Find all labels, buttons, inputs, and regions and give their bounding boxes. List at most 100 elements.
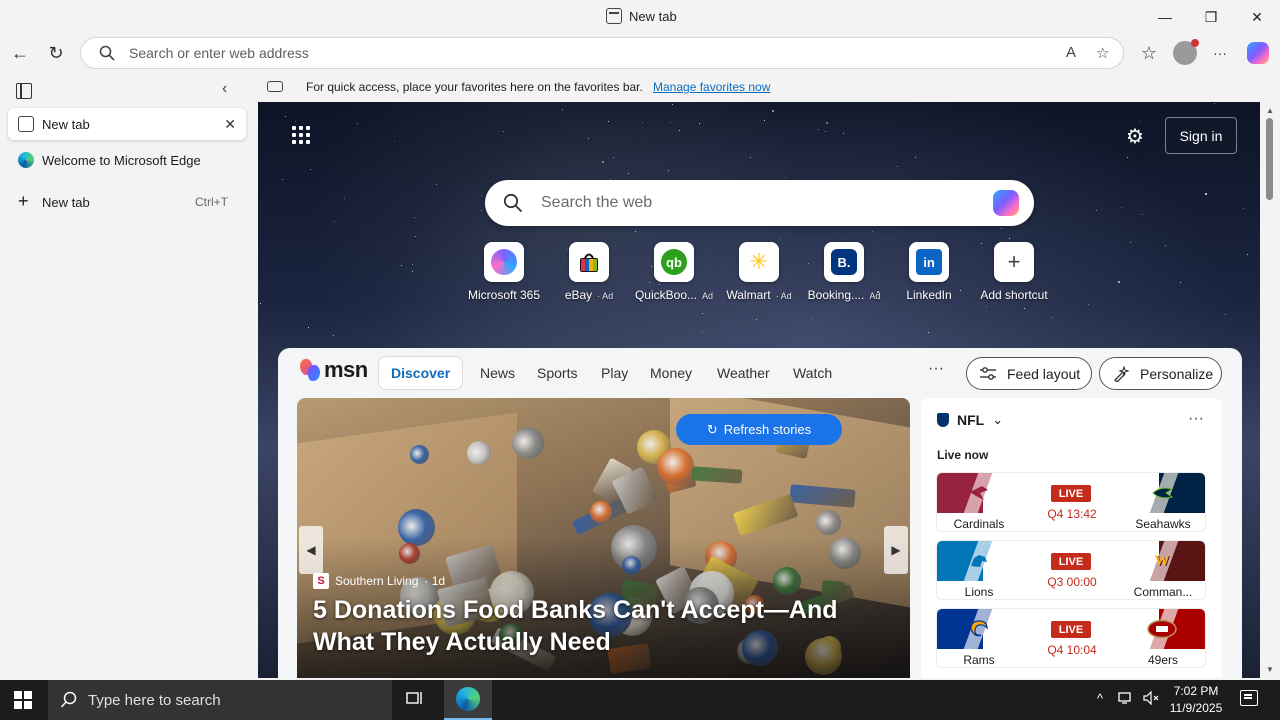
shortcut-microsoft-365[interactable]: Microsoft 365 [462, 242, 546, 306]
scroll-up-icon[interactable]: ▲ [1266, 106, 1274, 115]
collapse-pane-button[interactable]: ‹ [222, 80, 227, 98]
away-team: Seahawks [1121, 473, 1205, 531]
app-launcher-icon[interactable] [292, 126, 310, 144]
star [334, 221, 335, 222]
hero-story-card[interactable]: ↻ Refresh stories ◀ ▶ S Southern Living … [297, 398, 910, 678]
task-view-icon[interactable] [406, 690, 424, 711]
team-name: Seahawks [1135, 517, 1191, 531]
nfl-selector[interactable]: NFL ⌄ [937, 412, 1003, 428]
shortcut-walmart[interactable]: ✳ Walmart · Ad [717, 242, 801, 306]
profile-avatar[interactable] [1173, 39, 1199, 65]
live-badge: LIVE [1051, 621, 1091, 638]
vertical-tabs-sidebar: ‹ New tab ✕ Welcome to Microsoft Edge + … [0, 72, 256, 680]
shortcut-label: Microsoft 365 [467, 288, 541, 302]
star [436, 184, 437, 185]
navigation-bar: ← ↻ A ☆ ☆ ··· [0, 34, 1280, 72]
tab-weather[interactable]: Weather [705, 356, 782, 390]
address-input[interactable] [129, 43, 1029, 63]
scrollbar-thumb[interactable] [1266, 118, 1273, 200]
home-team: Lions [937, 541, 1021, 599]
game-card[interactable]: Lions LIVE Q3 00:00 W Comman... [936, 540, 1206, 600]
notification-icon[interactable] [1240, 690, 1258, 706]
star [772, 110, 774, 112]
ad-badge: · Ad [775, 291, 792, 301]
msn-feed: msn Discover News Sports Play Money Weat… [278, 348, 1242, 678]
scroll-down-icon[interactable]: ▼ [1266, 665, 1274, 674]
tab-money[interactable]: Money [638, 356, 704, 390]
back-button[interactable]: ← [7, 40, 33, 66]
game-clock: Q3 00:00 [1047, 575, 1097, 589]
more-tabs-button[interactable]: ··· [928, 360, 944, 378]
tab-watch[interactable]: Watch [781, 356, 844, 390]
personalize-label: Personalize [1140, 365, 1214, 382]
star [785, 177, 786, 178]
taskbar-search[interactable]: Type here to search [48, 680, 392, 720]
add-shortcut-button[interactable]: + Add shortcut [972, 242, 1056, 306]
volume-muted-icon[interactable] [1143, 690, 1161, 708]
web-search-box[interactable] [485, 180, 1034, 226]
star [282, 179, 283, 180]
nfl-more-button[interactable]: ··· [1188, 410, 1204, 428]
shortcut-label: Walmart [726, 288, 771, 302]
new-tab-label: New tab [42, 194, 90, 210]
tab-new-tab[interactable]: New tab ✕ [8, 108, 246, 140]
team-name: Comman... [1133, 585, 1193, 599]
shortcut-quickbooks[interactable]: qb QuickBoo... Ad [632, 242, 716, 306]
nfl-shield-icon [937, 413, 949, 427]
web-search-input[interactable] [541, 192, 971, 214]
new-tab-button[interactable]: + New tab Ctrl+T [8, 186, 246, 218]
live-badge: LIVE [1051, 553, 1091, 570]
shortcut-booking[interactable]: B. Booking.... Ad [802, 242, 886, 306]
address-bar[interactable]: A ☆ [80, 37, 1124, 69]
page-scrollbar[interactable]: ▲ ▼ [1262, 102, 1280, 678]
shortcut-ebay[interactable]: eBay · Ad [547, 242, 631, 306]
personalize-button[interactable]: Personalize [1099, 357, 1222, 390]
tab-welcome-edge[interactable]: Welcome to Microsoft Edge [8, 144, 246, 176]
copilot-icon[interactable] [993, 190, 1019, 216]
network-icon[interactable] [1118, 691, 1134, 708]
close-window-button[interactable]: ✕ [1246, 6, 1268, 28]
tab-play[interactable]: Play [589, 356, 640, 390]
edge-taskbar-button[interactable] [444, 680, 492, 720]
star [872, 231, 873, 232]
maximize-button[interactable]: ❐ [1200, 6, 1222, 28]
ad-badge: Ad [869, 291, 881, 301]
sign-in-button[interactable]: Sign in [1165, 117, 1237, 154]
star [310, 169, 311, 170]
start-button[interactable] [14, 691, 32, 709]
minimize-button[interactable]: — [1154, 6, 1176, 28]
tab-actions-icon[interactable] [16, 83, 32, 99]
shortcut-linkedin[interactable]: in LinkedIn [887, 242, 971, 306]
linkedin-icon: in [916, 249, 942, 275]
favorites-icon[interactable]: ☆ [1136, 40, 1162, 66]
read-aloud-icon[interactable]: A [1066, 44, 1076, 61]
msn-logo[interactable]: msn [300, 357, 368, 383]
carousel-prev-button[interactable]: ◀ [299, 526, 323, 574]
refresh-button[interactable]: ↻ [43, 40, 69, 66]
shortcut-label: Add shortcut [980, 288, 1048, 302]
star [412, 264, 413, 265]
team-name: Rams [963, 653, 995, 667]
system-clock[interactable]: 7:02 PM 11/9/2025 [1166, 683, 1226, 717]
search-icon [503, 193, 523, 213]
tray-overflow-icon[interactable]: ^ [1097, 691, 1103, 706]
tab-discover[interactable]: Discover [378, 356, 464, 390]
tab-news[interactable]: News [468, 356, 527, 390]
tab-sports[interactable]: Sports [525, 356, 589, 390]
story-headline[interactable]: 5 Donations Food Banks Can't Accept—And … [313, 594, 893, 658]
settings-more-button[interactable]: ··· [1207, 40, 1233, 66]
refresh-stories-button[interactable]: ↻ Refresh stories [676, 414, 842, 445]
gear-icon[interactable]: ⚙ [1126, 124, 1144, 149]
nfl-scores-card: NFL ⌄ ··· Live now Cardinals LIVE Q4 13:… [921, 398, 1222, 678]
add-favorite-icon[interactable]: ☆ [1096, 44, 1109, 62]
copilot-icon[interactable] [1247, 42, 1269, 64]
carousel-next-button[interactable]: ▶ [884, 526, 908, 574]
close-tab-icon[interactable]: ✕ [224, 116, 236, 133]
game-card[interactable]: Cardinals LIVE Q4 13:42 Seahawks [936, 472, 1206, 532]
feed-layout-button[interactable]: Feed layout [966, 357, 1092, 390]
clock-time: 7:02 PM [1173, 684, 1219, 698]
game-card[interactable]: Rams LIVE Q4 10:04 49ers [936, 608, 1206, 668]
tab-page-icon [18, 116, 34, 132]
manage-favorites-link[interactable]: Manage favorites now [653, 80, 770, 94]
star [635, 231, 636, 232]
